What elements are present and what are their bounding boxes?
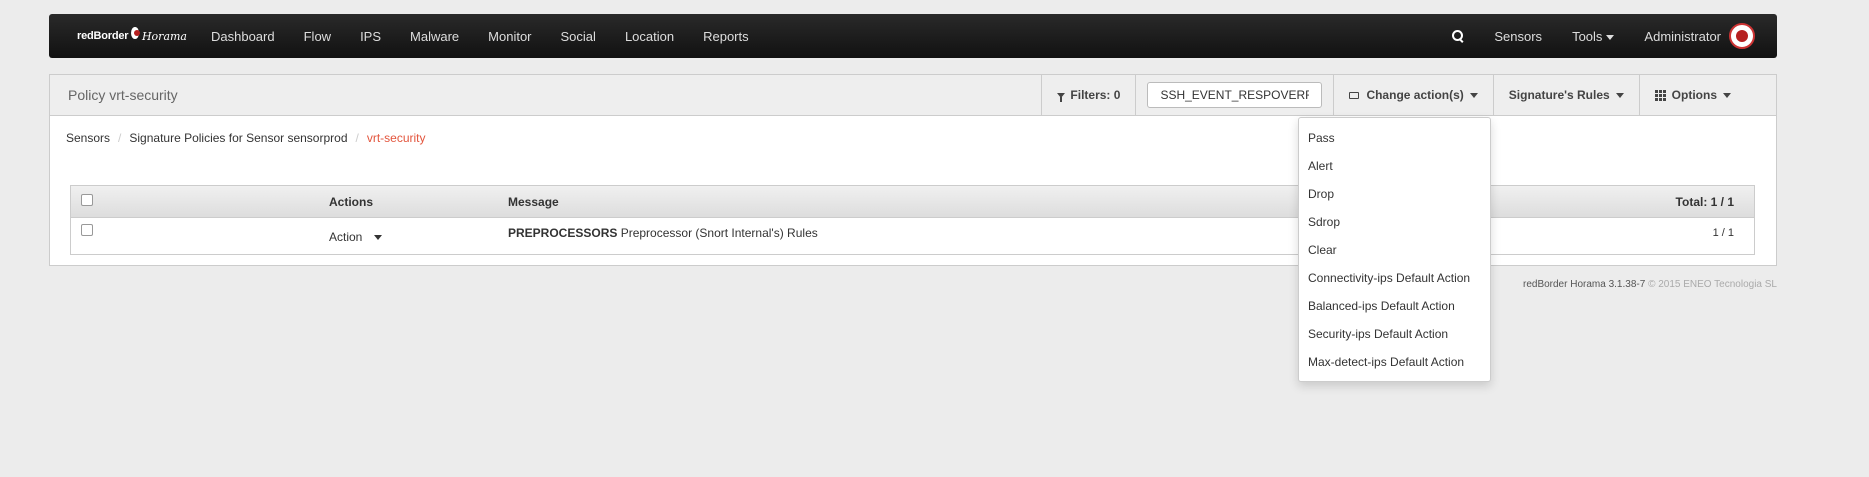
- change-actions-label: Change action(s): [1366, 88, 1464, 102]
- breadcrumb-sensors[interactable]: Sensors: [66, 131, 110, 145]
- main-nav: Dashboard Flow IPS Malware Monitor Socia…: [211, 29, 778, 44]
- footer-copyright: © 2015 ENEO Tecnologia SL: [1648, 279, 1777, 290]
- nav-location[interactable]: Location: [625, 29, 674, 44]
- nav-dashboard[interactable]: Dashboard: [211, 29, 275, 44]
- row-message: PREPROCESSORS Preprocessor (Snort Intern…: [508, 226, 818, 240]
- chevron-down-icon: [1723, 92, 1731, 98]
- top-navbar: redBorder Horama Dashboard Flow IPS Malw…: [49, 14, 1777, 58]
- nav-user[interactable]: Administrator: [1644, 29, 1721, 44]
- brand-mark-icon: [131, 27, 140, 39]
- page-title: Policy vrt-security: [68, 87, 178, 103]
- filters-label: Filters: 0: [1070, 88, 1121, 102]
- policy-panel: Policy vrt-security Filters: 0 Change ac…: [49, 74, 1777, 266]
- nav-tools-label: Tools: [1572, 28, 1603, 44]
- brand-logo[interactable]: redBorder Horama: [77, 27, 187, 43]
- nav-tools[interactable]: Tools: [1572, 28, 1615, 44]
- nav-social[interactable]: Social: [561, 29, 596, 44]
- nav-flow[interactable]: Flow: [304, 29, 331, 44]
- nav-malware[interactable]: Malware: [410, 29, 459, 44]
- breadcrumb: Sensors / Signature Policies for Sensor …: [66, 131, 426, 145]
- nav-sensors[interactable]: Sensors: [1494, 29, 1542, 44]
- avatar[interactable]: [1729, 23, 1755, 49]
- row-checkbox[interactable]: [81, 224, 93, 236]
- menu-item-security[interactable]: Security-ips Default Action: [1299, 320, 1490, 348]
- signature-rules-label: Signature's Rules: [1508, 88, 1610, 102]
- rules-table: Actions Message Total: 1 / 1 Action PREP…: [70, 185, 1755, 255]
- options-label: Options: [1671, 88, 1717, 102]
- header-total: Total: 1 / 1: [1675, 194, 1734, 209]
- chevron-down-icon: [1469, 92, 1478, 98]
- row-action-dropdown[interactable]: Action: [329, 230, 383, 244]
- table-row: Action PREPROCESSORS Preprocessor (Snort…: [71, 218, 1754, 254]
- filters-button[interactable]: Filters: 0: [1041, 75, 1135, 115]
- nav-right: Sensors Tools Administrator: [1452, 23, 1755, 49]
- nav-ips[interactable]: IPS: [360, 29, 381, 44]
- breadcrumb-signature-policies[interactable]: Signature Policies for Sensor sensorprod: [129, 131, 347, 145]
- nav-reports[interactable]: Reports: [703, 29, 749, 44]
- menu-item-max-detect[interactable]: Max-detect-ips Default Action: [1299, 348, 1490, 376]
- chevron-down-icon: [1606, 34, 1615, 40]
- menu-item-connectivity[interactable]: Connectivity-ips Default Action: [1299, 264, 1490, 292]
- menu-item-sdrop[interactable]: Sdrop: [1299, 208, 1490, 236]
- footer-product: redBorder Horama 3.1.38-7: [1522, 279, 1646, 290]
- select-all-checkbox[interactable]: [81, 194, 93, 206]
- panel-header: Policy vrt-security Filters: 0 Change ac…: [50, 75, 1776, 116]
- menu-item-drop[interactable]: Drop: [1299, 180, 1490, 208]
- grid-icon: [1654, 89, 1666, 101]
- change-actions-menu: Pass Alert Drop Sdrop Clear Connectivity…: [1298, 117, 1491, 382]
- brand-sub: Horama: [141, 29, 187, 43]
- panel-toolbar: Filters: 0 Change action(s) Signature's …: [1041, 75, 1746, 115]
- menu-item-clear[interactable]: Clear: [1299, 236, 1490, 264]
- footer: redBorder Horama 3.1.38-7 © 2015 ENEO Te…: [1523, 279, 1777, 290]
- nav-monitor[interactable]: Monitor: [488, 29, 531, 44]
- breadcrumb-active: vrt-security: [366, 131, 426, 145]
- search-container: [1135, 75, 1333, 115]
- drive-icon: [1349, 91, 1360, 99]
- search-icon[interactable]: [1452, 30, 1464, 42]
- change-actions-button[interactable]: Change action(s): [1333, 75, 1492, 115]
- menu-item-pass[interactable]: Pass: [1299, 124, 1490, 152]
- header-actions: Actions: [329, 194, 374, 209]
- chevron-down-icon: [1615, 92, 1624, 98]
- breadcrumb-separator: /: [118, 131, 122, 145]
- chevron-down-icon: [374, 235, 383, 241]
- row-action-label: Action: [329, 230, 363, 244]
- options-button[interactable]: Options: [1638, 75, 1746, 115]
- brand-text: redBorder: [77, 30, 129, 42]
- row-message-text: Preprocessor (Snort Internal's) Rules: [620, 226, 818, 240]
- header-message: Message: [508, 194, 559, 209]
- search-input[interactable]: [1147, 82, 1323, 108]
- menu-item-balanced[interactable]: Balanced-ips Default Action: [1299, 292, 1490, 320]
- menu-item-alert[interactable]: Alert: [1299, 152, 1490, 180]
- filter-icon: [1057, 92, 1066, 102]
- breadcrumb-separator: /: [355, 131, 359, 145]
- signature-rules-button[interactable]: Signature's Rules: [1492, 75, 1639, 115]
- row-count: 1 / 1: [1712, 227, 1734, 239]
- table-header: Actions Message Total: 1 / 1: [71, 186, 1754, 218]
- row-message-category: PREPROCESSORS: [508, 226, 618, 240]
